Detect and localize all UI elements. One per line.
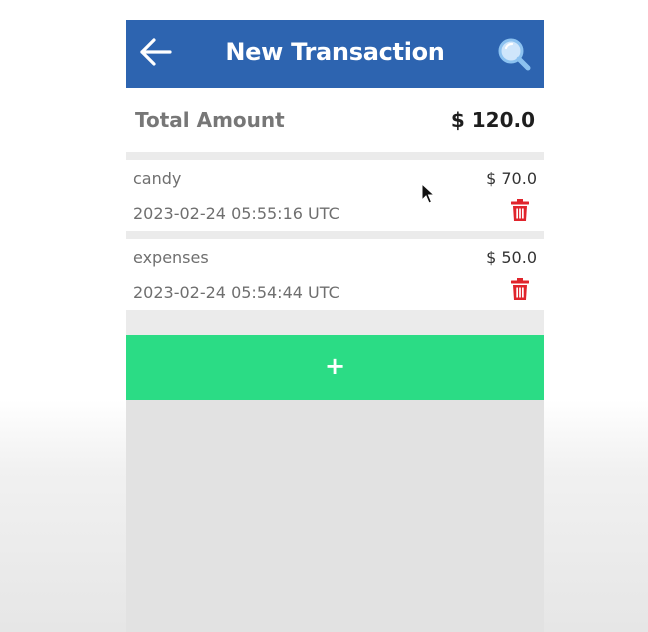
search-icon [498, 38, 531, 71]
empty-area [126, 400, 544, 632]
transaction-date: 2023-02-24 05:54:44 UTC [133, 283, 340, 302]
app-bar: New Transaction [126, 20, 544, 88]
trash-icon [511, 199, 529, 221]
divider [126, 231, 544, 239]
divider [126, 152, 544, 160]
trash-icon [511, 278, 529, 300]
plus-icon: + [324, 352, 346, 380]
back-button[interactable] [136, 34, 176, 70]
delete-button[interactable] [510, 198, 530, 222]
total-amount-label: Total Amount [135, 108, 285, 132]
list-footer-spacer [126, 310, 544, 335]
transaction-amount: $ 70.0 [486, 169, 537, 188]
add-transaction-button[interactable]: + [126, 335, 544, 400]
search-button[interactable] [494, 34, 534, 74]
transaction-item[interactable]: expenses $ 50.0 2023-02-24 05:54:44 UTC [126, 239, 544, 310]
arrow-left-icon [140, 38, 172, 66]
total-amount-row: Total Amount $ 120.0 [126, 88, 544, 152]
transaction-name: candy [133, 169, 182, 188]
total-amount-value: $ 120.0 [450, 108, 535, 132]
transaction-name: expenses [133, 248, 209, 267]
page-title: New Transaction [225, 38, 445, 66]
app-screen: New Transaction Total Amount $ 120.0 can… [126, 20, 544, 632]
transaction-date: 2023-02-24 05:55:16 UTC [133, 204, 340, 223]
delete-button[interactable] [510, 277, 530, 301]
transaction-amount: $ 50.0 [486, 248, 537, 267]
mouse-cursor-icon [421, 183, 435, 204]
transaction-item[interactable]: candy $ 70.0 2023-02-24 05:55:16 UTC [126, 160, 544, 231]
